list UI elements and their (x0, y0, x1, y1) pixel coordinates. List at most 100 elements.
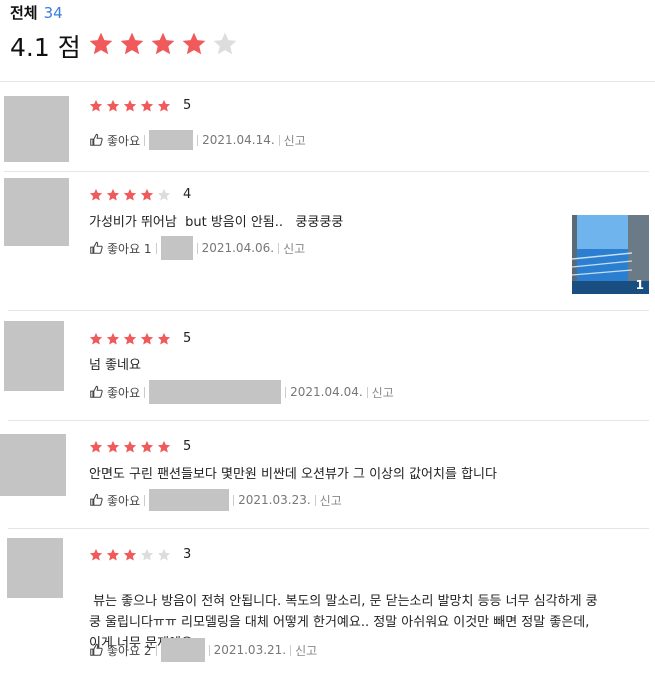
like-button[interactable]: 좋아요 2 (89, 642, 152, 659)
thumbs-up-icon (90, 133, 103, 146)
star-icon (106, 99, 120, 112)
separator (278, 134, 280, 146)
star-icon (89, 99, 103, 112)
review-text: 안면도 구린 팬션들보다 몇만원 비싼데 오션뷰가 그 이상의 값어치를 합니다 (89, 467, 497, 482)
separator (144, 134, 146, 146)
star-icon (89, 440, 103, 453)
separator (144, 494, 146, 506)
thumbs-up-icon (90, 493, 103, 506)
review-meta: 좋아요 2021.04.04. 신고 (89, 380, 394, 404)
report-link[interactable]: 신고 (372, 384, 394, 401)
star-icon (120, 32, 144, 55)
separator (155, 242, 157, 254)
report-link[interactable]: 신고 (295, 642, 317, 659)
author-name-redacted (149, 489, 230, 511)
separator (144, 386, 146, 398)
author-name-redacted (149, 380, 282, 404)
divider (8, 528, 649, 529)
like-button[interactable]: 좋아요 (89, 132, 140, 149)
star-icon (157, 332, 171, 345)
separator (290, 644, 292, 656)
star-empty-icon (140, 548, 154, 561)
separator (197, 134, 199, 146)
like-button[interactable]: 좋아요 (89, 384, 140, 401)
like-label: 좋아요 (107, 133, 141, 148)
author-name-redacted (160, 638, 205, 662)
review-stars (89, 332, 174, 346)
review-meta: 좋아요 2021.04.14. 신고 (89, 130, 306, 150)
review-text-line: 뷰는 좋으나 방음이 전혀 안됩니다. 복도의 말소리, 문 닫는소리 발망치 … (89, 594, 598, 609)
total-count: 34 (43, 4, 63, 22)
review-date: 2021.03.21. (213, 643, 287, 657)
average-score: 4.1 점 (10, 33, 81, 62)
star-icon (106, 332, 120, 345)
separator (208, 644, 210, 656)
star-icon (123, 99, 137, 112)
star-icon (89, 188, 103, 201)
star-icon (123, 332, 137, 345)
review-date: 2021.04.04. (290, 385, 363, 399)
author-name-redacted (160, 236, 193, 260)
thumbs-up-icon (90, 241, 103, 254)
star-icon (106, 440, 120, 453)
photo-count: 1 (635, 278, 644, 292)
review-photo-thumbnail[interactable]: 1 (572, 215, 649, 294)
separator (366, 386, 368, 398)
star-icon (140, 440, 154, 453)
report-link[interactable]: 신고 (320, 492, 342, 509)
separator (155, 644, 157, 656)
rating-number: 5 (183, 98, 192, 113)
separator (196, 242, 198, 254)
review-stars (89, 440, 174, 454)
separator (285, 386, 287, 398)
divider (8, 310, 649, 311)
star-icon (140, 99, 154, 112)
like-button[interactable]: 좋아요 1 (89, 240, 152, 257)
star-empty-icon (213, 32, 237, 55)
star-icon (151, 32, 175, 55)
separator (314, 494, 316, 506)
avatar (4, 321, 64, 391)
star-icon (123, 440, 137, 453)
author-name-redacted (149, 130, 194, 150)
avatar (4, 178, 69, 246)
star-icon (140, 332, 154, 345)
star-icon (89, 548, 103, 561)
like-label: 좋아요 (107, 385, 141, 400)
thumbs-up-icon (90, 385, 103, 398)
star-icon (140, 188, 154, 201)
review-stars (89, 548, 174, 562)
separator (233, 494, 235, 506)
avatar (7, 538, 63, 598)
star-icon (89, 32, 113, 55)
like-button[interactable]: 좋아요 (89, 492, 140, 509)
review-text-line: 쿵 울립니다ㅠㅠ 리모델링을 대체 어떻게 한거예요.. 정말 아쉬워요 이것만… (89, 615, 590, 630)
star-icon (157, 99, 171, 112)
review-meta: 좋아요 2021.03.23. 신고 (89, 489, 342, 511)
divider (8, 420, 649, 421)
star-icon (106, 548, 120, 561)
star-icon (106, 188, 120, 201)
review-text: 가성비가 뛰어남 but 방음이 안됨.. 쿵쿵쿵쿵 (89, 215, 344, 230)
separator (278, 242, 280, 254)
review-meta: 좋아요 2 2021.03.21. 신고 (89, 638, 317, 662)
rating-number: 5 (183, 331, 192, 346)
thumbs-up-icon (90, 643, 103, 656)
review-text: 넘 좋네요 (89, 358, 141, 373)
rating-number: 4 (183, 187, 192, 202)
report-link[interactable]: 신고 (283, 240, 305, 257)
star-icon (157, 440, 171, 453)
total-label: 전체 (10, 4, 38, 22)
review-date: 2021.04.06. (201, 241, 275, 255)
review-stars (89, 99, 174, 113)
star-icon (123, 548, 137, 561)
star-icon (182, 32, 206, 55)
avatar (0, 434, 66, 496)
average-stars (88, 31, 243, 57)
like-label: 좋아요 (107, 493, 141, 508)
review-date: 2021.03.23. (238, 493, 311, 507)
report-link[interactable]: 신고 (284, 132, 306, 149)
star-icon (123, 188, 137, 201)
like-label: 좋아요 2 (107, 643, 152, 658)
review-date: 2021.04.14. (202, 133, 275, 147)
